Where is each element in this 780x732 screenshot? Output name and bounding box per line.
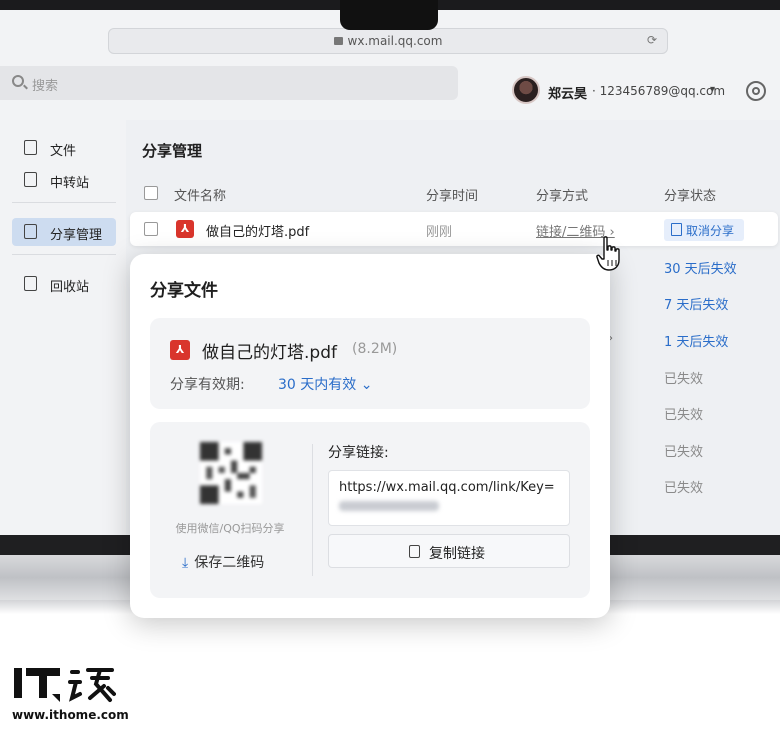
sidebar-item-label: 文件 xyxy=(50,144,77,159)
row-share-time: 刚刚 xyxy=(426,225,453,240)
sidebar-item-label: 分享管理 xyxy=(50,228,103,243)
avatar[interactable] xyxy=(512,76,540,104)
sidebar-item-transfer[interactable]: 中转站 xyxy=(12,166,116,194)
row-checkbox[interactable] xyxy=(144,222,158,236)
dialog-file-size: (8.2M) xyxy=(352,341,398,357)
share-link-field[interactable]: https://wx.mail.qq.com/link/Key= xyxy=(328,470,570,526)
column-header-name[interactable]: 文件名称 xyxy=(174,185,226,204)
row-status: 7 天后失效 xyxy=(664,298,729,313)
sidebar-item-share-management[interactable]: 分享管理 xyxy=(12,218,116,246)
sidebar-divider xyxy=(12,202,116,203)
pdf-icon: ⅄ xyxy=(176,220,194,238)
download-icon: ⤓ xyxy=(182,555,189,571)
address-text-wrap: wx.mail.qq.com xyxy=(109,34,667,48)
ithome-logo xyxy=(14,668,116,702)
share-link-text: https://wx.mail.qq.com/link/Key= xyxy=(339,480,555,495)
user-name[interactable]: 郑云昊 xyxy=(548,83,587,102)
file-info-card: ⅄ 做自己的灯塔.pdf (8.2M) 分享有效期: 30 天内有效 ⌄ xyxy=(150,318,590,409)
save-qr-label: 保存二维码 xyxy=(194,555,265,571)
share-link-label: 分享链接: xyxy=(328,445,389,461)
cancel-share-label: 取消分享 xyxy=(686,224,735,238)
dialog-file-name: 做自己的灯塔.pdf xyxy=(202,343,337,363)
lock-icon xyxy=(333,37,343,45)
copy-link-label: 复制链接 xyxy=(429,546,485,562)
select-all-checkbox[interactable] xyxy=(144,186,158,200)
row-status: 已失效 xyxy=(664,481,704,496)
sidebar-item-trash[interactable]: 回收站 xyxy=(12,270,116,298)
sidebar-item-label: 回收站 xyxy=(50,280,90,295)
row-status: 已失效 xyxy=(664,372,704,387)
save-qr-button[interactable]: ⤓ 保存二维码 xyxy=(182,552,264,572)
cancel-share-button[interactable]: 取消分享 xyxy=(664,219,744,241)
qr-caption: 使用微信/QQ扫码分享 xyxy=(175,522,285,535)
search-placeholder: 搜索 xyxy=(32,79,59,94)
card-divider xyxy=(312,444,313,576)
transfer-icon xyxy=(24,172,37,187)
camera-notch xyxy=(340,0,438,30)
trash-icon xyxy=(24,276,37,291)
sidebar-item-label: 中转站 xyxy=(50,176,90,191)
unshare-icon xyxy=(671,223,682,236)
share-icon xyxy=(24,224,37,239)
search-icon xyxy=(12,75,24,87)
dialog-title: 分享文件 xyxy=(150,281,218,301)
copy-link-button[interactable]: 复制链接 xyxy=(328,534,570,568)
redacted-link-key xyxy=(339,501,439,511)
page-title: 分享管理 xyxy=(142,142,203,160)
screenshot-stage: wx.mail.qq.com ⟳ 搜索 郑云昊 · 123456789@qq.c… xyxy=(0,0,780,732)
share-options-card: 使用微信/QQ扫码分享 ⤓ 保存二维码 分享链接: https://wx.mail… xyxy=(150,422,590,598)
search-input[interactable]: 搜索 xyxy=(0,66,458,100)
share-file-dialog: 分享文件 ⅄ 做自己的灯塔.pdf (8.2M) 分享有效期: 30 天内有效 … xyxy=(130,254,610,618)
address-url: wx.mail.qq.com xyxy=(347,34,443,48)
copy-icon xyxy=(409,545,420,558)
user-menu-chevron-icon[interactable]: ▾ xyxy=(710,84,715,95)
row-file-name[interactable]: 做自己的灯塔.pdf xyxy=(206,221,309,240)
column-header-time[interactable]: 分享时间 xyxy=(426,185,478,204)
sidebar-item-files[interactable]: 文件 xyxy=(12,134,116,162)
row-status: 30 天后失效 xyxy=(664,262,737,277)
qr-code-image xyxy=(200,442,262,504)
row-status: 已失效 xyxy=(664,445,704,460)
file-icon xyxy=(24,140,37,155)
row-status: 1 天后失效 xyxy=(664,335,729,350)
address-bar[interactable]: wx.mail.qq.com ⟳ xyxy=(108,28,668,54)
gear-icon[interactable] xyxy=(746,81,766,101)
hand-pointer-icon xyxy=(596,236,620,271)
validity-label: 分享有效期: xyxy=(170,377,245,393)
watermark-url: www.ithome.com xyxy=(12,708,129,722)
sidebar-divider xyxy=(12,254,116,255)
reload-icon[interactable]: ⟳ xyxy=(647,33,657,47)
pdf-icon: ⅄ xyxy=(170,340,190,360)
column-header-status[interactable]: 分享状态 xyxy=(664,185,716,204)
sidebar: 文件 中转站 分享管理 回收站 xyxy=(0,120,126,538)
validity-dropdown[interactable]: 30 天内有效 ⌄ xyxy=(278,374,372,394)
user-email[interactable]: · 123456789@qq.com xyxy=(592,84,725,98)
column-header-method[interactable]: 分享方式 xyxy=(536,185,588,204)
row-status: 已失效 xyxy=(664,408,704,423)
